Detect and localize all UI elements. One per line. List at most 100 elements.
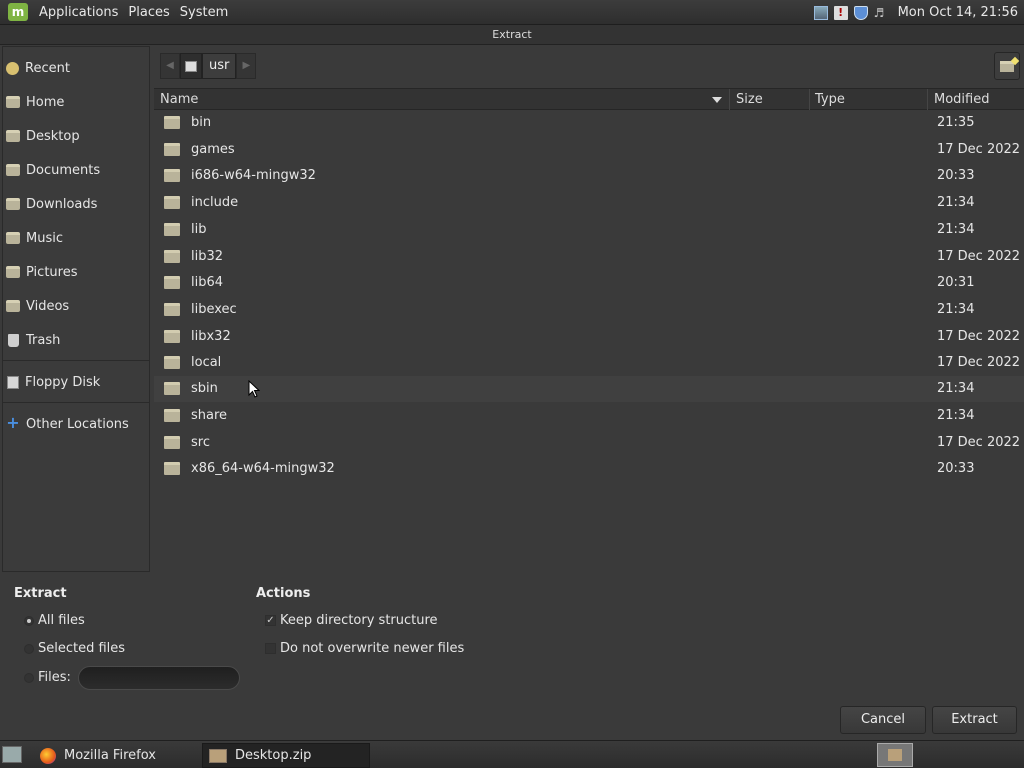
sort-descending-icon (712, 97, 722, 103)
file-modified: 21:34 (937, 302, 975, 317)
dialog-title: Extract (0, 25, 1024, 45)
sidebar-item-trash[interactable]: Trash (6, 328, 146, 352)
folder-icon (164, 330, 180, 343)
all-files-radio[interactable] (24, 616, 34, 626)
file-row[interactable]: share 21:34 (154, 403, 1024, 429)
network-icon[interactable] (813, 5, 828, 20)
file-row[interactable]: sbin 21:34 (154, 376, 1024, 402)
sidebar-item-label: Other Locations (26, 416, 129, 432)
sidebar-item-recent[interactable]: Recent (6, 56, 146, 80)
files-pattern-input[interactable] (78, 666, 240, 690)
selected-files-radio[interactable] (24, 644, 34, 654)
file-name: libx32 (191, 329, 231, 344)
file-name: lib64 (191, 275, 224, 290)
file-browser: ◀ usr ▶ Name Size Type Modified bin 21:3… (154, 46, 1024, 572)
sidebar-item-desktop[interactable]: Desktop (6, 124, 146, 148)
sidebar-item-downloads[interactable]: Downloads (6, 192, 146, 216)
files-pattern-radio[interactable] (24, 673, 34, 683)
folder-icon (164, 462, 180, 475)
drive-icon (185, 60, 197, 72)
column-type[interactable]: Type (809, 89, 928, 110)
column-size[interactable]: Size (730, 89, 810, 110)
cancel-button[interactable]: Cancel (840, 706, 926, 734)
file-modified: 21:34 (937, 408, 975, 423)
folder-icon (164, 250, 180, 263)
file-name: lib32 (191, 249, 224, 264)
folder-icon (164, 303, 180, 316)
taskbar: Mozilla Firefox Desktop.zip (0, 740, 1024, 768)
keep-structure-checkbox[interactable]: ✓ (265, 615, 276, 626)
top-panel: m Applications Places System ! ♬ Mon Oct… (0, 0, 1024, 25)
sidebar-item-music[interactable]: Music (6, 226, 146, 250)
floppy-icon (7, 375, 19, 389)
file-name: local (191, 355, 222, 370)
folder-icon (164, 276, 180, 289)
no-overwrite-checkbox[interactable] (265, 643, 276, 654)
path-root-button[interactable] (180, 53, 202, 79)
sidebar-item-other-locations[interactable]: + Other Locations (6, 412, 146, 436)
file-list: bin 21:35 games 17 Dec 2022 i686-w64-min… (154, 110, 1024, 572)
file-row[interactable]: include 21:34 (154, 190, 1024, 216)
sidebar-item-pictures[interactable]: Pictures (6, 260, 146, 284)
shield-icon[interactable] (853, 5, 868, 20)
sidebar-separator (3, 360, 149, 361)
taskbar-item-firefox[interactable]: Mozilla Firefox (34, 743, 200, 768)
keep-structure-label[interactable]: Keep directory structure (280, 613, 438, 628)
file-modified: 17 Dec 2022 (937, 329, 1021, 344)
file-modified: 17 Dec 2022 (937, 249, 1021, 264)
system-menu[interactable]: System (175, 5, 233, 20)
sidebar-item-label: Trash (26, 332, 61, 348)
sidebar-item-videos[interactable]: Videos (6, 294, 146, 318)
column-header: Name Size Type Modified (154, 88, 1024, 110)
path-forward-button[interactable]: ▶ (236, 53, 257, 79)
applications-menu[interactable]: Applications (34, 5, 123, 20)
file-row[interactable]: lib64 20:31 (154, 270, 1024, 296)
create-folder-button[interactable] (994, 52, 1020, 80)
taskbar-item-desktop-zip[interactable]: Desktop.zip (202, 743, 370, 768)
sidebar-separator (3, 402, 149, 403)
file-row[interactable]: lib 21:34 (154, 217, 1024, 243)
sidebar-item-label: Floppy Disk (25, 374, 101, 390)
volume-icon[interactable]: ♬ (874, 6, 888, 20)
sidebar-item-documents[interactable]: Documents (6, 158, 146, 182)
sidebar-item-label: Documents (26, 162, 101, 178)
sidebar-item-home[interactable]: Home (6, 90, 146, 114)
file-row[interactable]: games 17 Dec 2022 (154, 137, 1024, 163)
clock[interactable]: Mon Oct 14, 21:56 (898, 5, 1018, 20)
file-row[interactable]: i686-w64-mingw32 20:33 (154, 163, 1024, 189)
files-pattern-label[interactable]: Files: (38, 670, 71, 685)
folder-icon (164, 409, 180, 422)
file-row[interactable]: local 17 Dec 2022 (154, 350, 1024, 376)
home-folder-icon (6, 96, 20, 108)
extract-options-panel: Extract All files Selected files Files: … (0, 572, 1024, 740)
file-row[interactable]: libexec 21:34 (154, 297, 1024, 323)
extract-button[interactable]: Extract (932, 706, 1017, 734)
column-modified[interactable]: Modified (928, 89, 1024, 110)
no-overwrite-label[interactable]: Do not overwrite newer files (280, 641, 464, 656)
selected-files-label[interactable]: Selected files (38, 641, 125, 656)
system-tray: ! ♬ Mon Oct 14, 21:56 (813, 0, 1018, 25)
folder-icon (164, 223, 180, 236)
sidebar-item-floppy-disk[interactable]: Floppy Disk (6, 370, 146, 394)
show-desktop-icon[interactable] (2, 746, 22, 763)
file-row[interactable]: lib32 17 Dec 2022 (154, 244, 1024, 270)
column-name[interactable]: Name (154, 89, 730, 110)
places-menu[interactable]: Places (123, 5, 174, 20)
folder-icon (164, 143, 180, 156)
file-modified: 21:34 (937, 195, 975, 210)
file-row[interactable]: src 17 Dec 2022 (154, 430, 1024, 456)
update-warning-icon[interactable]: ! (833, 5, 848, 20)
sidebar-item-label: Downloads (26, 196, 98, 212)
file-row[interactable]: x86_64-w64-mingw32 20:33 (154, 456, 1024, 482)
folder-icon (164, 116, 180, 129)
workspace-switcher[interactable] (877, 743, 913, 767)
path-back-button[interactable]: ◀ (160, 53, 180, 79)
documents-folder-icon (6, 164, 20, 176)
file-row[interactable]: bin 21:35 (154, 110, 1024, 136)
file-row[interactable]: libx32 17 Dec 2022 (154, 324, 1024, 350)
mint-logo-icon[interactable]: m (8, 3, 28, 21)
folder-icon (164, 196, 180, 209)
file-name: bin (191, 115, 212, 130)
path-current-button[interactable]: usr (202, 53, 237, 79)
all-files-label[interactable]: All files (38, 613, 85, 628)
